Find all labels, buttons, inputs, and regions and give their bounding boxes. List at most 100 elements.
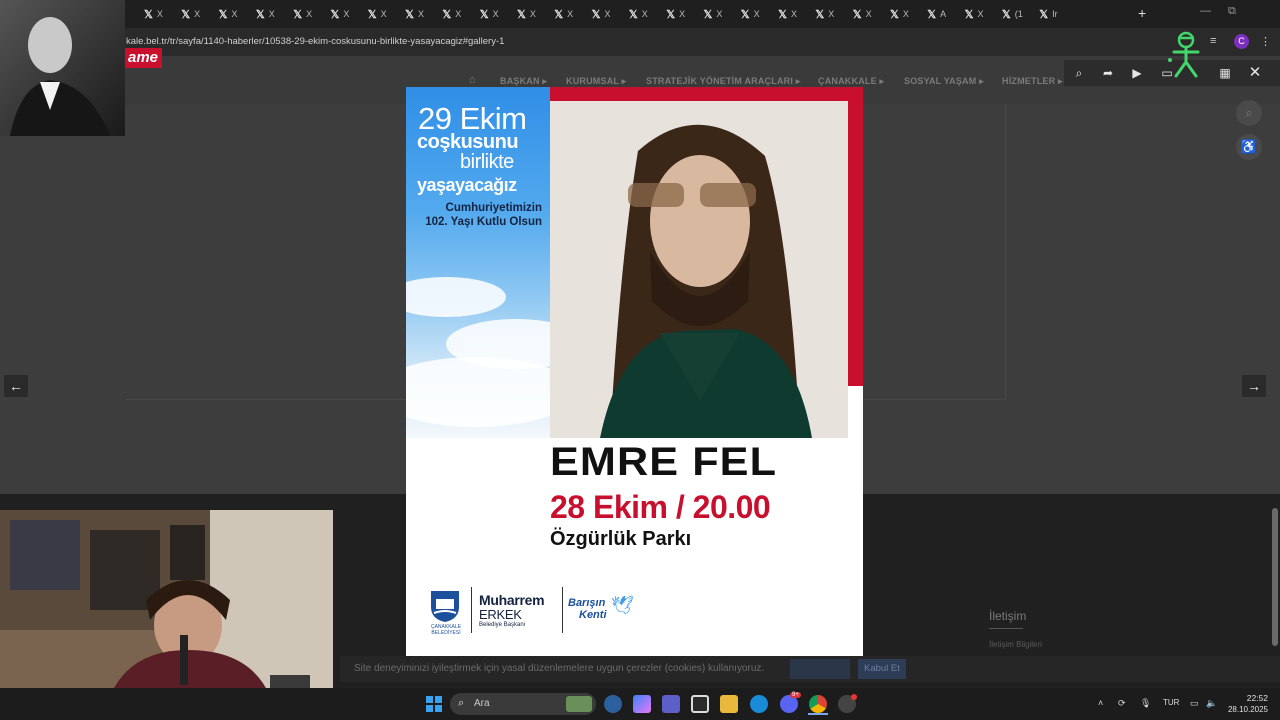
nav-item[interactable]: BAŞKAN ▸ — [500, 76, 547, 87]
search-icon[interactable]: ⌕ — [1236, 100, 1262, 126]
nav-item[interactable]: SOSYAL YAŞAM ▸ — [904, 76, 984, 87]
slogan-line-2: Kenti — [579, 609, 607, 621]
browser-tab[interactable]: 𝕏X — [144, 6, 163, 22]
browser-tab[interactable]: 𝕏X — [554, 6, 573, 22]
browser-tab[interactable]: 𝕏 Ir — [1039, 6, 1057, 22]
tab-title: X — [679, 9, 686, 19]
x-logo-icon: 𝕏 — [778, 8, 787, 21]
browser-tab[interactable]: 𝕏X — [442, 6, 461, 22]
close-icon[interactable]: ✕ — [1246, 64, 1264, 82]
tab-title: Ir — [1052, 9, 1058, 19]
tab-title: X — [902, 9, 909, 19]
portrait-image — [0, 0, 125, 136]
browser-tab[interactable]: 𝕏X — [741, 6, 760, 22]
clock-date[interactable]: 28.10.2025 — [1226, 705, 1268, 714]
url-text[interactable]: kale.bel.tr/tr/sayfa/1140-haberler/10538… — [126, 36, 504, 47]
microphone-icon[interactable]: 🎙 — [1140, 698, 1151, 709]
thumbnails-icon[interactable]: ▦ — [1216, 64, 1234, 82]
home-icon[interactable]: ⌂ — [469, 74, 476, 86]
x-logo-icon: 𝕏 — [181, 8, 191, 21]
tab-title: X — [790, 9, 797, 19]
cookie-accept-button[interactable]: Kabul Et — [858, 659, 906, 679]
tab-title: X — [268, 9, 275, 19]
browser-tab[interactable]: 𝕏X — [480, 6, 499, 22]
x-logo-icon: 𝕏 — [628, 8, 638, 21]
volume-icon[interactable]: 🔈 — [1206, 698, 1217, 709]
browser-tab[interactable]: 𝕏X — [815, 6, 834, 22]
maximize-button[interactable]: ⧉ — [1228, 5, 1236, 18]
share-icon[interactable]: ➦ — [1099, 64, 1117, 82]
tab-title: X — [567, 9, 574, 19]
tab-title: X — [716, 9, 723, 19]
browser-tab[interactable]: 𝕏X — [256, 6, 275, 22]
browser-tab[interactable]: 𝕏X — [778, 6, 797, 22]
profile-avatar[interactable]: C — [1234, 34, 1249, 49]
mascot-icon — [1168, 31, 1200, 78]
mayor-first-name: Muharrem — [479, 592, 545, 608]
nav-item[interactable]: HİZMETLER ▸ — [1002, 76, 1063, 87]
active-app-indicator — [808, 713, 828, 715]
browser-tab[interactable]: 𝕏X — [517, 6, 536, 22]
accessibility-icon[interactable]: ♿ — [1236, 134, 1262, 160]
browser-tab[interactable]: 𝕏X — [666, 6, 685, 22]
browser-tab[interactable]: 𝕏X — [219, 6, 238, 22]
mayor-last-name: ERKEK — [479, 607, 522, 622]
artist-name: EMRE FEL — [550, 440, 778, 484]
edge-icon[interactable] — [750, 695, 768, 713]
browser-tab[interactable]: 𝕏X — [181, 6, 200, 22]
search-highlight-icon — [566, 696, 592, 712]
browser-tab[interactable]: 𝕏X — [704, 6, 723, 22]
browser-tab[interactable]: 𝕏A — [927, 6, 946, 22]
logo-divider — [562, 587, 563, 633]
browser-tab[interactable]: 𝕏X — [890, 6, 909, 22]
browser-tab[interactable]: 𝕏 (1 — [1002, 6, 1023, 22]
sync-icon[interactable]: ⟳ — [1118, 698, 1126, 709]
chrome-icon[interactable] — [809, 695, 827, 713]
copilot-app-icon[interactable] — [633, 695, 651, 713]
tab-title: X — [529, 9, 536, 19]
display-icon[interactable]: ▭ — [1190, 698, 1199, 709]
menu-kebab-icon[interactable]: ⋮ — [1260, 35, 1271, 48]
file-explorer-icon[interactable] — [720, 695, 738, 713]
play-icon[interactable]: ▶ — [1128, 64, 1146, 82]
tray-chevron-icon[interactable]: ˄ — [1098, 698, 1103, 708]
windows-start-icon[interactable] — [426, 696, 442, 712]
prev-arrow-icon[interactable]: ← — [4, 375, 28, 397]
zoom-icon[interactable]: ⌕ — [1070, 64, 1088, 82]
browser-tab[interactable]: 𝕏X — [368, 6, 387, 22]
new-tab-button[interactable]: + — [1138, 5, 1146, 21]
clock-time[interactable]: 22:52 — [1232, 693, 1268, 703]
tab-title: X — [417, 9, 424, 19]
nav-item[interactable]: KURUMSAL ▸ — [566, 76, 626, 87]
page-scrollbar[interactable] — [1272, 508, 1278, 646]
minimize-button[interactable]: — — [1200, 5, 1211, 17]
tab-title: X — [306, 9, 313, 19]
x-logo-icon: 𝕏 — [666, 8, 676, 21]
nav-item[interactable]: STRATEJİK YÖNETİM ARAÇLARI ▸ — [646, 76, 800, 87]
nav-item[interactable]: ÇANAKKALE ▸ — [818, 76, 884, 87]
browser-tab[interactable]: 𝕏X — [592, 6, 611, 22]
copilot-icon[interactable] — [604, 695, 622, 713]
dove-icon: 🕊 — [611, 595, 634, 615]
browser-tab[interactable]: 𝕏X — [293, 6, 312, 22]
tab-title: X — [156, 9, 163, 19]
tab-search-icon[interactable]: ≡ — [1210, 35, 1216, 47]
next-arrow-icon[interactable]: → — [1242, 375, 1266, 397]
browser-tab[interactable]: 𝕏X — [853, 6, 872, 22]
x-logo-icon: 𝕏 — [330, 8, 340, 21]
browser-tab[interactable]: 𝕏X — [405, 6, 424, 22]
store-icon[interactable] — [691, 695, 709, 713]
mayor-title: Belediye Başkanı — [479, 622, 526, 628]
browser-tab[interactable]: 𝕏X — [331, 6, 350, 22]
browser-tab[interactable]: 𝕏X — [629, 6, 648, 22]
teams-icon[interactable] — [662, 695, 680, 713]
site-logo[interactable]: ame — [124, 48, 163, 68]
cookie-settings-button[interactable] — [790, 659, 850, 679]
x-logo-icon: 𝕏 — [927, 8, 937, 21]
event-date-time: 28 Ekim / 20.00 — [550, 489, 771, 525]
footer-link[interactable]: İletişim Bilgileri — [989, 640, 1042, 649]
x-logo-icon: 𝕏 — [852, 8, 862, 21]
x-logo-icon: 𝕏 — [554, 8, 564, 21]
language-indicator[interactable]: TUR — [1163, 698, 1179, 707]
browser-tab[interactable]: 𝕏X — [965, 6, 984, 22]
